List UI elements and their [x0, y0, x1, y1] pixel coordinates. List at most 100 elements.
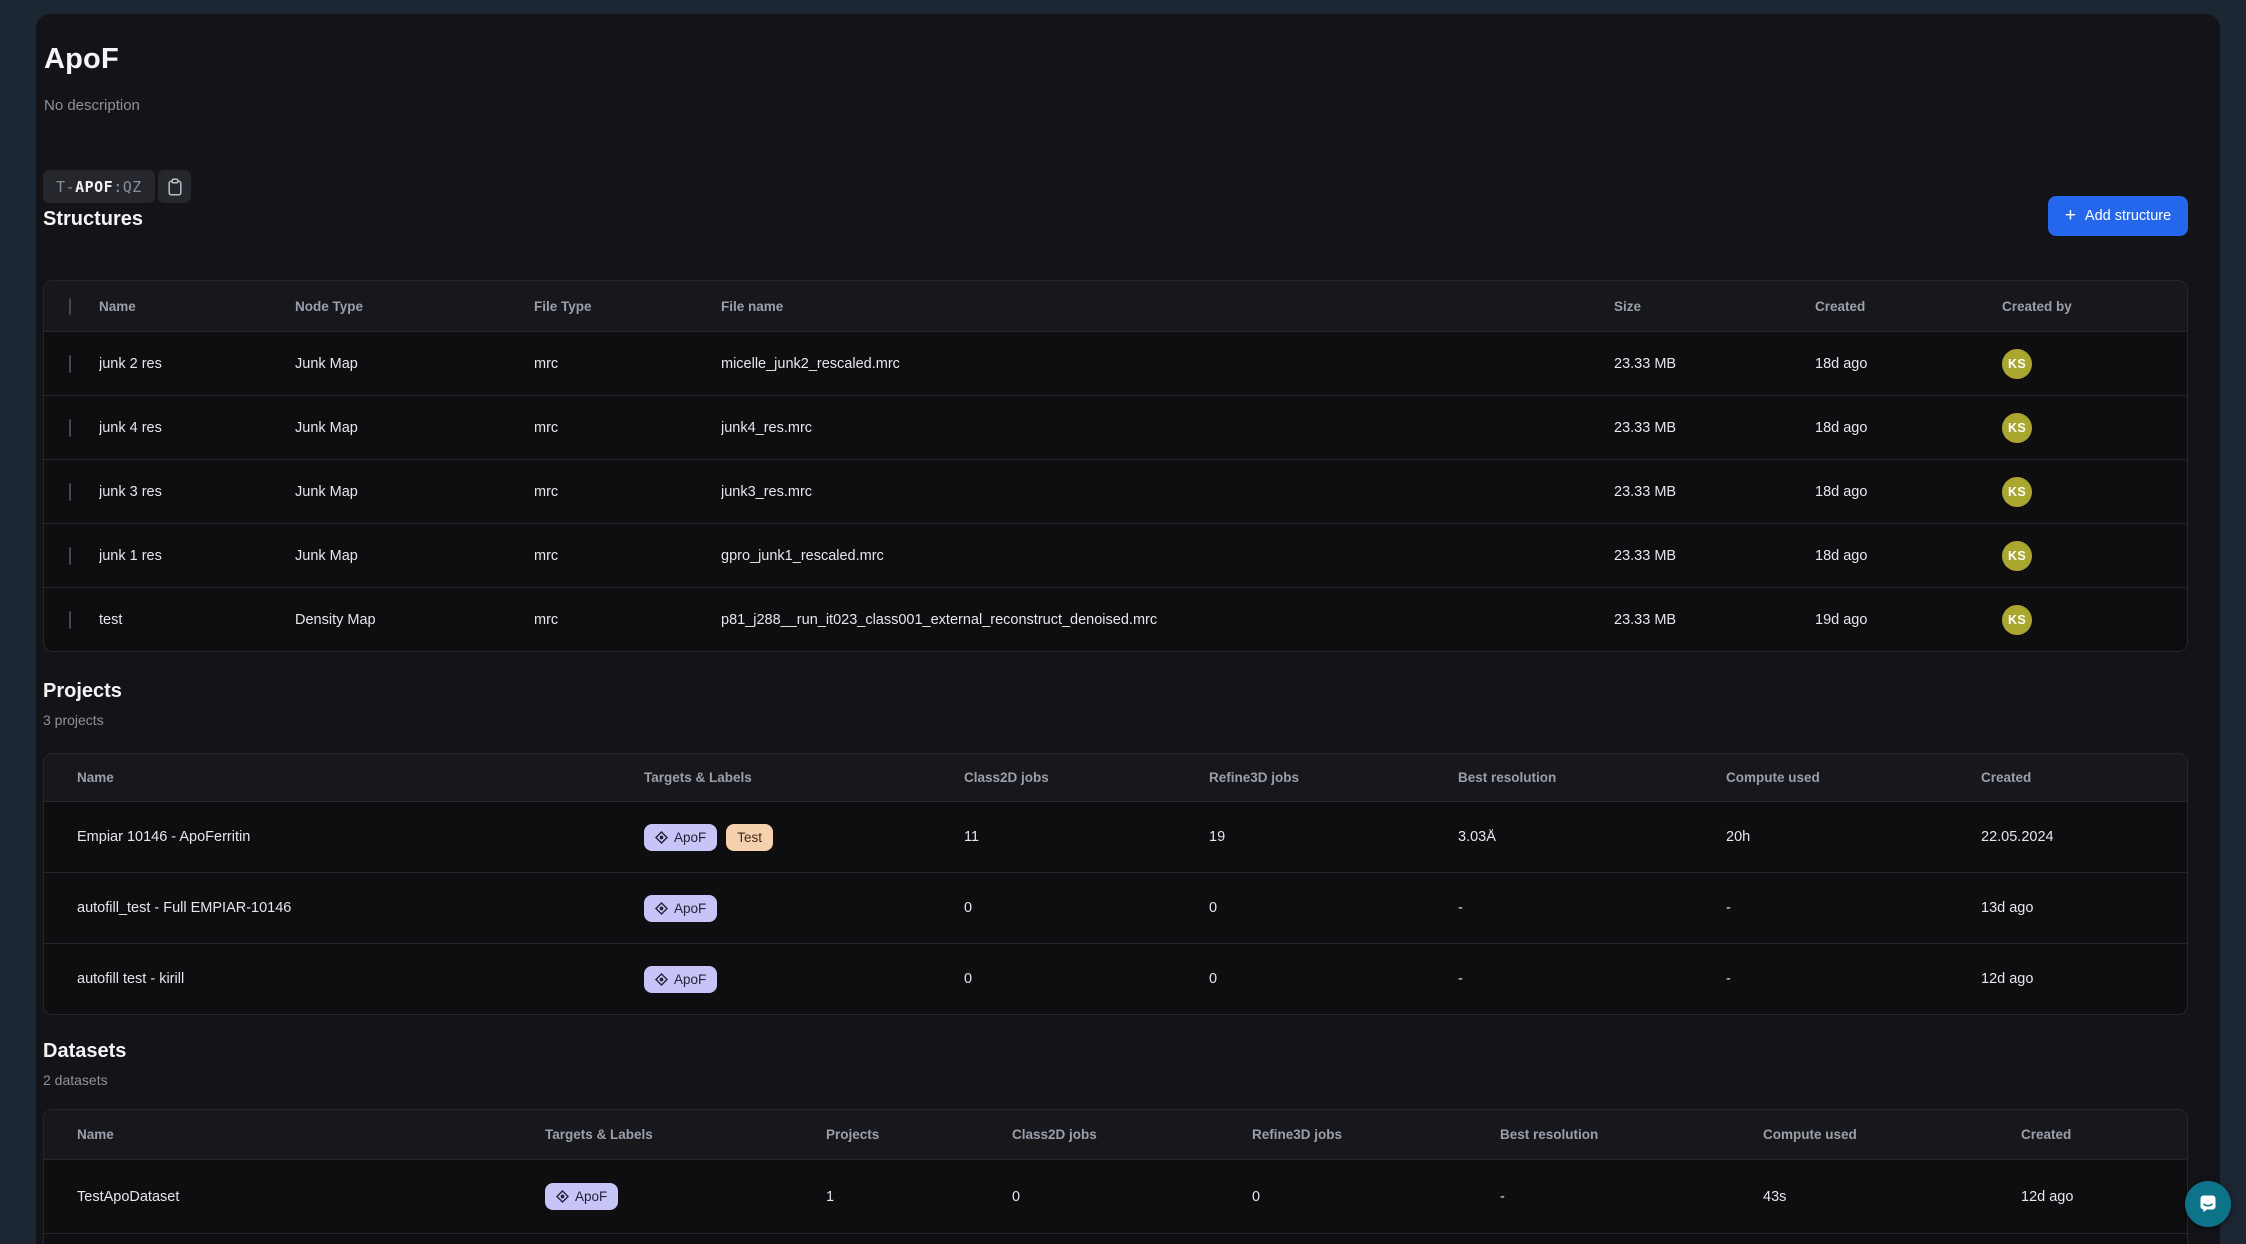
project-class2d-jobs: 11	[964, 829, 1209, 845]
structure-node-type: Junk Map	[295, 548, 534, 564]
column-header-best-resolution: Best resolution	[1458, 770, 1726, 785]
project-name: autofill_test - Full EMPIAR-10146	[77, 900, 644, 916]
structure-node-type: Junk Map	[295, 420, 534, 436]
target-badge-label: ApoF	[674, 972, 706, 987]
datasets-table: Name Targets & Labels Projects Class2D j…	[43, 1109, 2188, 1244]
dataset-projects: 1	[826, 1189, 1012, 1205]
column-header-refine3d-jobs: Refine3D jobs	[1209, 770, 1458, 785]
structure-size: 23.33 MB	[1614, 548, 1815, 564]
structure-node-type: Junk Map	[295, 356, 534, 372]
project-class2d-jobs: 0	[964, 900, 1209, 916]
clipboard-icon	[167, 178, 183, 196]
column-header-name: Name	[77, 770, 644, 785]
table-row-partial[interactable]	[44, 1233, 2187, 1244]
copy-tag-button[interactable]	[158, 170, 191, 203]
project-best-resolution: 3.03Å	[1458, 829, 1726, 845]
structure-file-name: micelle_junk2_rescaled.mrc	[721, 356, 1614, 372]
project-name: autofill test - kirill	[77, 971, 644, 987]
target-badge-label: ApoF	[674, 830, 706, 845]
column-header-file-name: File name	[721, 299, 1614, 314]
row-checkbox[interactable]	[69, 483, 71, 501]
target-badge[interactable]: ApoF	[545, 1183, 618, 1210]
row-checkbox[interactable]	[69, 355, 71, 373]
column-header-best-resolution: Best resolution	[1500, 1127, 1763, 1142]
column-header-node-type: Node Type	[295, 299, 534, 314]
target-badge[interactable]: ApoF	[644, 895, 717, 922]
structure-file-type: mrc	[534, 420, 721, 436]
add-structure-button[interactable]: + Add structure	[2048, 196, 2188, 236]
row-checkbox[interactable]	[69, 547, 71, 565]
projects-table: Name Targets & Labels Class2D jobs Refin…	[43, 753, 2188, 1015]
avatar: KS	[2002, 605, 2032, 635]
project-tag: T-APOF :QZ	[43, 170, 155, 203]
table-row[interactable]: junk 2 res Junk Map mrc micelle_junk2_re…	[44, 331, 2187, 395]
target-badge[interactable]: ApoF	[644, 824, 717, 851]
column-header-name: Name	[77, 1127, 545, 1142]
main-panel: ApoF No description T-APOF :QZ Structure…	[36, 14, 2220, 1244]
tag-prefix: T-	[56, 178, 75, 196]
dataset-created: 12d ago	[2021, 1189, 2187, 1205]
structure-created: 18d ago	[1815, 548, 2002, 564]
target-badge[interactable]: ApoF	[644, 966, 717, 993]
target-icon	[655, 831, 668, 844]
plus-icon: +	[2065, 206, 2076, 225]
project-created: 12d ago	[1981, 971, 2187, 987]
table-row[interactable]: junk 3 res Junk Map mrc junk3_res.mrc 23…	[44, 459, 2187, 523]
datasets-table-header: Name Targets & Labels Projects Class2D j…	[44, 1110, 2187, 1159]
project-compute-used: -	[1726, 900, 1981, 916]
structure-created: 18d ago	[1815, 420, 2002, 436]
table-row[interactable]: Empiar 10146 - ApoFerritin ApoF Test 11 …	[44, 801, 2187, 872]
column-header-refine3d-jobs: Refine3D jobs	[1252, 1127, 1500, 1142]
project-refine3d-jobs: 19	[1209, 829, 1458, 845]
project-name: Empiar 10146 - ApoFerritin	[77, 829, 644, 845]
label-badge[interactable]: Test	[726, 824, 773, 851]
structure-file-name: junk3_res.mrc	[721, 484, 1614, 500]
project-refine3d-jobs: 0	[1209, 900, 1458, 916]
structure-name: test	[99, 612, 295, 628]
dataset-best-resolution: -	[1500, 1189, 1763, 1205]
structure-created: 18d ago	[1815, 484, 2002, 500]
column-header-compute-used: Compute used	[1763, 1127, 2021, 1142]
target-badge-label: ApoF	[674, 901, 706, 916]
add-structure-label: Add structure	[2085, 208, 2171, 224]
chat-bubble-icon	[2196, 1192, 2220, 1216]
table-row[interactable]: autofill_test - Full EMPIAR-10146 ApoF 0…	[44, 872, 2187, 943]
dataset-name: TestApoDataset	[77, 1189, 545, 1205]
structure-name: junk 4 res	[99, 420, 295, 436]
table-row[interactable]: TestApoDataset ApoF 1 0 0 - 43s 12d ago	[44, 1159, 2187, 1233]
select-all-checkbox[interactable]	[69, 298, 71, 315]
datasets-count: 2 datasets	[43, 1072, 108, 1088]
project-best-resolution: -	[1458, 900, 1726, 916]
structures-table: Name Node Type File Type File name Size …	[43, 280, 2188, 652]
structure-file-name: gpro_junk1_rescaled.mrc	[721, 548, 1614, 564]
table-row[interactable]: junk 1 res Junk Map mrc gpro_junk1_resca…	[44, 523, 2187, 587]
avatar: KS	[2002, 541, 2032, 571]
project-best-resolution: -	[1458, 971, 1726, 987]
datasets-heading: Datasets	[43, 1040, 126, 1063]
chat-widget-button[interactable]	[2185, 1181, 2231, 1227]
page-description: No description	[44, 97, 140, 114]
table-row[interactable]: test Density Map mrc p81_j288__run_it023…	[44, 587, 2187, 651]
target-badge-label: ApoF	[575, 1189, 607, 1204]
structure-file-type: mrc	[534, 548, 721, 564]
column-header-compute-used: Compute used	[1726, 770, 1981, 785]
structure-file-type: mrc	[534, 484, 721, 500]
tag-suffix: :QZ	[113, 178, 142, 196]
column-header-class2d-jobs: Class2D jobs	[1012, 1127, 1252, 1142]
row-checkbox[interactable]	[69, 611, 71, 629]
target-icon	[655, 902, 668, 915]
structure-name: junk 3 res	[99, 484, 295, 500]
row-checkbox[interactable]	[69, 419, 71, 437]
column-header-targets-labels: Targets & Labels	[644, 770, 964, 785]
table-row[interactable]: autofill test - kirill ApoF 0 0 - - 12d …	[44, 943, 2187, 1014]
structure-file-type: mrc	[534, 356, 721, 372]
projects-count: 3 projects	[43, 712, 104, 728]
target-icon	[556, 1190, 569, 1203]
column-header-file-type: File Type	[534, 299, 721, 314]
projects-table-header: Name Targets & Labels Class2D jobs Refin…	[44, 754, 2187, 801]
project-created: 22.05.2024	[1981, 829, 2187, 845]
target-icon	[655, 973, 668, 986]
table-row[interactable]: junk 4 res Junk Map mrc junk4_res.mrc 23…	[44, 395, 2187, 459]
page-title: ApoF	[44, 43, 119, 76]
project-refine3d-jobs: 0	[1209, 971, 1458, 987]
